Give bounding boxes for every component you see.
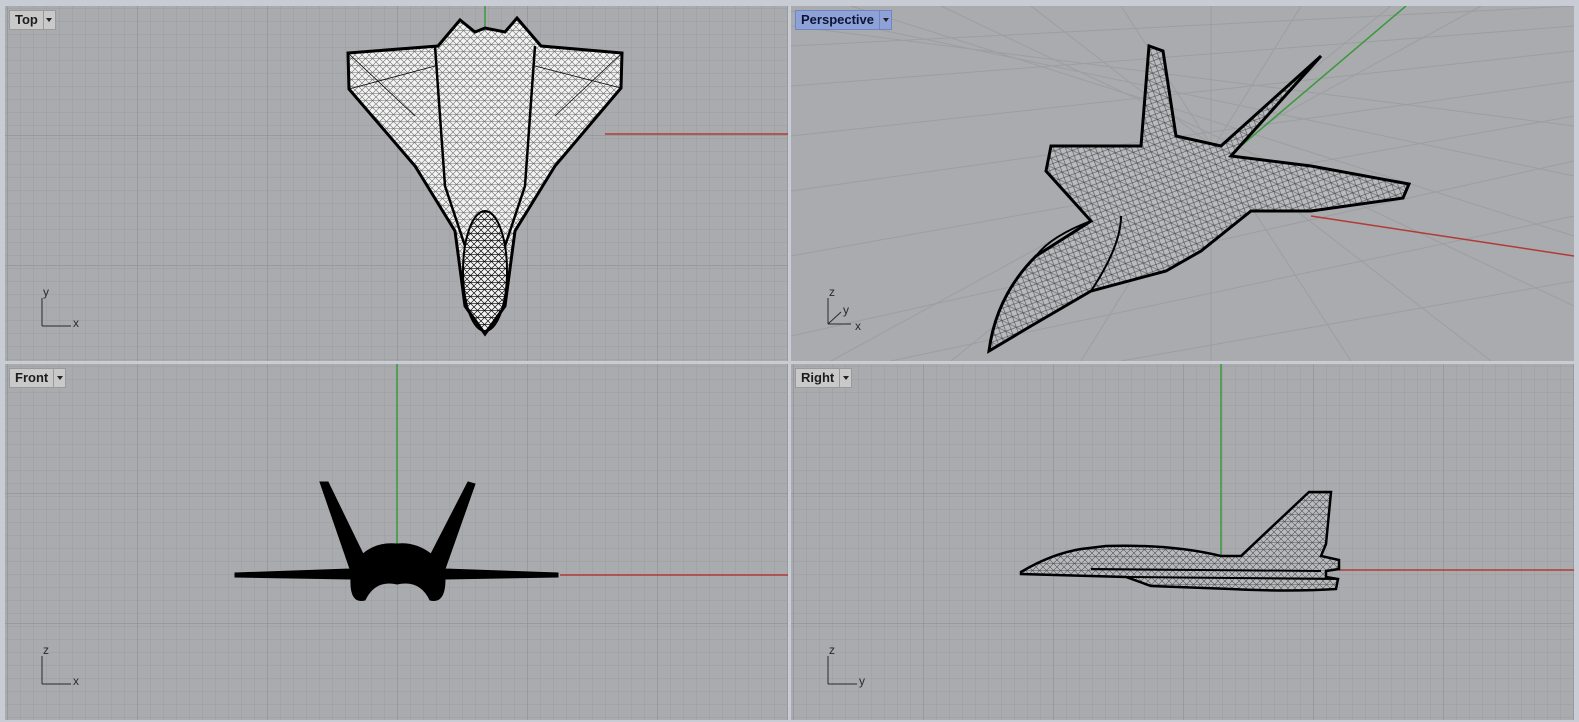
viewport-top[interactable]: y x Top xyxy=(5,6,788,361)
front-view-canvas[interactable]: z x xyxy=(5,364,788,720)
right-view-canvas[interactable]: z y xyxy=(791,364,1574,720)
viewport-front[interactable]: z x Front xyxy=(5,364,788,720)
viewport-title-right[interactable]: Right xyxy=(795,368,853,388)
perspective-view-canvas[interactable]: z y x xyxy=(791,6,1574,361)
axis-label-y: y xyxy=(859,674,865,688)
axis-label-y: y xyxy=(843,303,849,317)
viewport-title-label: Front xyxy=(9,368,55,388)
chevron-down-icon[interactable] xyxy=(54,368,67,388)
chevron-down-icon[interactable] xyxy=(43,10,56,30)
viewport-title-label: Top xyxy=(9,10,44,30)
axis-label-x: x xyxy=(855,319,861,333)
axis-label-z: z xyxy=(829,643,835,657)
viewport-title-front[interactable]: Front xyxy=(9,368,67,388)
viewport-title-label: Perspective xyxy=(795,10,880,30)
axis-triad-icon: z y x xyxy=(827,285,861,333)
x-axis-line xyxy=(1310,215,1574,257)
axis-label-y: y xyxy=(43,285,49,299)
viewport-title-top[interactable]: Top xyxy=(9,10,56,30)
chevron-down-icon[interactable] xyxy=(880,10,892,30)
viewport-perspective[interactable]: z y x Perspective xyxy=(791,6,1574,361)
axis-label-z: z xyxy=(43,643,49,657)
y-axis-line xyxy=(1240,6,1407,147)
top-view-canvas[interactable]: y x xyxy=(5,6,788,361)
viewport-title-perspective[interactable]: Perspective xyxy=(795,10,892,30)
viewport-title-label: Right xyxy=(795,368,841,388)
axis-label-x: x xyxy=(73,316,79,330)
viewport-right[interactable]: z y Right xyxy=(791,364,1574,720)
axis-label-x: x xyxy=(73,674,79,688)
axis-label-z: z xyxy=(829,285,835,299)
chevron-down-icon[interactable] xyxy=(840,368,853,388)
